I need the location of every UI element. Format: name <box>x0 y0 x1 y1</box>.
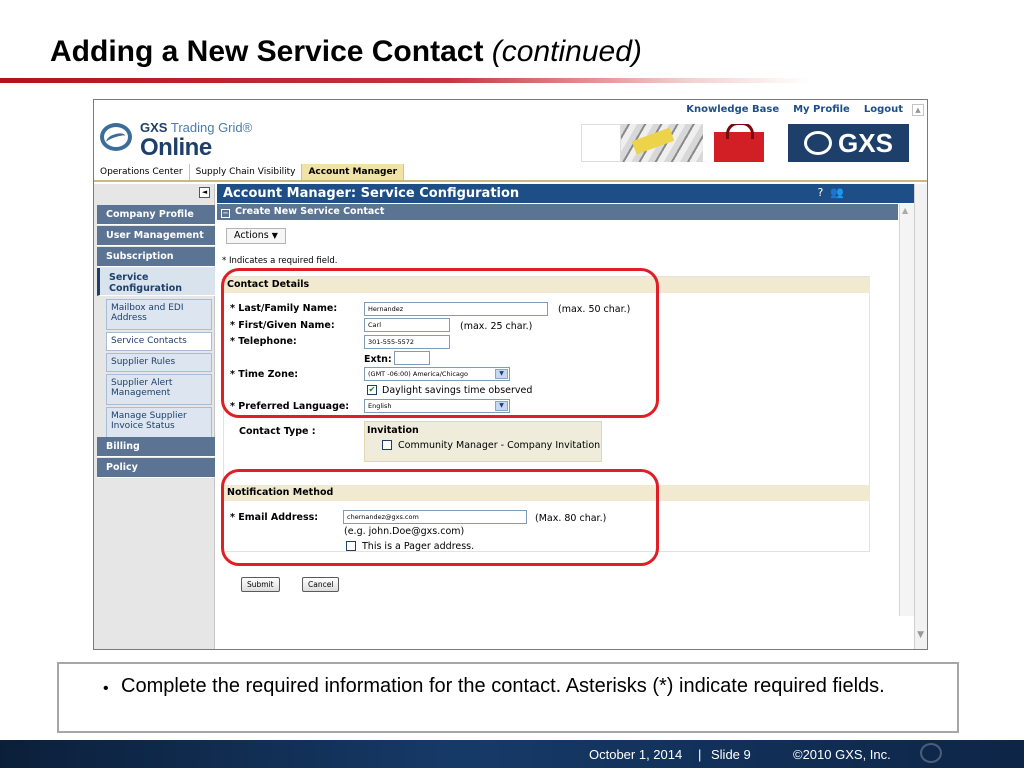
required-note: * Indicates a required field. <box>222 256 338 266</box>
sub-item-mailbox-edi-address[interactable]: Mailbox and EDI Address <box>106 299 212 330</box>
slide-title-continued: (continued) <box>491 35 642 68</box>
people-icon[interactable]: 👥 <box>830 186 844 199</box>
banner-image-shopping-bag <box>704 124 784 162</box>
chevron-up-icon[interactable]: ▲ <box>902 206 908 215</box>
main-header: Account Manager: Service Configuration ?… <box>217 184 914 203</box>
nav-item-policy[interactable]: Policy <box>97 458 215 478</box>
community-manager-label: Community Manager - Company Invitation <box>398 440 601 451</box>
gxs-brand-text: GXS <box>838 127 893 158</box>
sub-item-manage-supplier-invoice-status[interactable]: Manage Supplier Invoice Status <box>106 407 212 438</box>
title-rule <box>0 78 810 83</box>
window-scroll-up-arrow[interactable]: ▲ <box>912 104 924 116</box>
gxs-watermark-icon <box>920 740 980 768</box>
slide-footer: October 1, 2014 | Slide 9 ©2010 GXS, Inc… <box>0 740 1024 768</box>
actions-dropdown[interactable]: Actions ▼ <box>226 228 286 244</box>
sub-item-supplier-alert-management[interactable]: Supplier Alert Management <box>106 374 212 405</box>
section-bar[interactable]: − Create New Service Contact <box>217 204 898 220</box>
gxs-logo-icon <box>100 123 132 151</box>
banner-image-blank <box>581 124 621 162</box>
nav-item-subscription[interactable]: Subscription <box>97 247 215 267</box>
instruction-callout: • Complete the required information for … <box>57 662 959 733</box>
community-manager-checkbox[interactable] <box>382 440 392 450</box>
actions-label: Actions <box>234 230 269 241</box>
sub-item-service-contacts[interactable]: Service Contacts <box>106 332 212 351</box>
nav-item-company-profile[interactable]: Company Profile <box>97 205 215 225</box>
help-icon[interactable]: ? <box>817 186 823 199</box>
cancel-button[interactable]: Cancel <box>302 577 340 592</box>
footer-slide-number: Slide 9 <box>711 747 751 762</box>
top-links: Knowledge Base My Profile Logout <box>686 104 903 115</box>
right-gutter <box>914 184 927 649</box>
left-nav: ◄ Company Profile User Management Subscr… <box>94 184 215 649</box>
logo-line1: GXS Trading Grid® <box>140 120 253 135</box>
tab-account-manager[interactable]: Account Manager <box>302 164 405 180</box>
nav-item-billing[interactable]: Billing <box>97 437 215 457</box>
footer-separator: | <box>698 747 702 762</box>
main-header-title: Account Manager: Service Configuration <box>223 186 520 201</box>
app-tabs: Operations Center Supply Chain Visibilit… <box>94 164 927 182</box>
chevron-down-icon: ▼ <box>271 231 278 240</box>
slide-title-main: Adding a New Service Contact <box>50 35 484 68</box>
scroll-down-arrow[interactable]: ▼ <box>917 630 924 640</box>
contact-details-highlight <box>221 268 659 418</box>
gxs-ring-icon <box>804 131 833 155</box>
submit-button[interactable]: Submit <box>241 577 280 592</box>
content-scrollbar[interactable]: ▲ <box>899 204 914 616</box>
nav-item-service-configuration[interactable]: Service Configuration <box>97 268 215 296</box>
tab-operations-center[interactable]: Operations Center <box>94 164 190 180</box>
footer-date: October 1, 2014 <box>589 747 683 762</box>
logo-line2: Online <box>140 134 212 161</box>
knowledge-base-link[interactable]: Knowledge Base <box>686 104 779 115</box>
nav-item-user-management[interactable]: User Management <box>97 226 215 246</box>
notification-method-highlight <box>221 469 659 566</box>
app-screenshot: Knowledge Base My Profile Logout ▲ GXS T… <box>93 99 928 650</box>
collapse-section-icon[interactable]: − <box>221 209 230 218</box>
footer-copyright: ©2010 GXS, Inc. <box>793 747 891 762</box>
logout-link[interactable]: Logout <box>864 104 903 115</box>
tab-supply-chain-visibility[interactable]: Supply Chain Visibility <box>190 164 303 180</box>
collapse-nav-icon[interactable]: ◄ <box>199 187 210 198</box>
instruction-text: Complete the required information for th… <box>121 675 885 697</box>
slide-title: Adding a New Service Contact (continued) <box>50 35 642 69</box>
section-title: Create New Service Contact <box>235 206 385 217</box>
my-profile-link[interactable]: My Profile <box>793 104 850 115</box>
contact-type-label: Contact Type : <box>239 426 316 437</box>
invitation-heading: Invitation <box>367 425 419 436</box>
gxs-brand-box: GXS <box>788 124 909 162</box>
sub-item-supplier-rules[interactable]: Supplier Rules <box>106 353 212 372</box>
bullet-icon: • <box>103 680 109 697</box>
banner-image-tape <box>621 124 703 162</box>
